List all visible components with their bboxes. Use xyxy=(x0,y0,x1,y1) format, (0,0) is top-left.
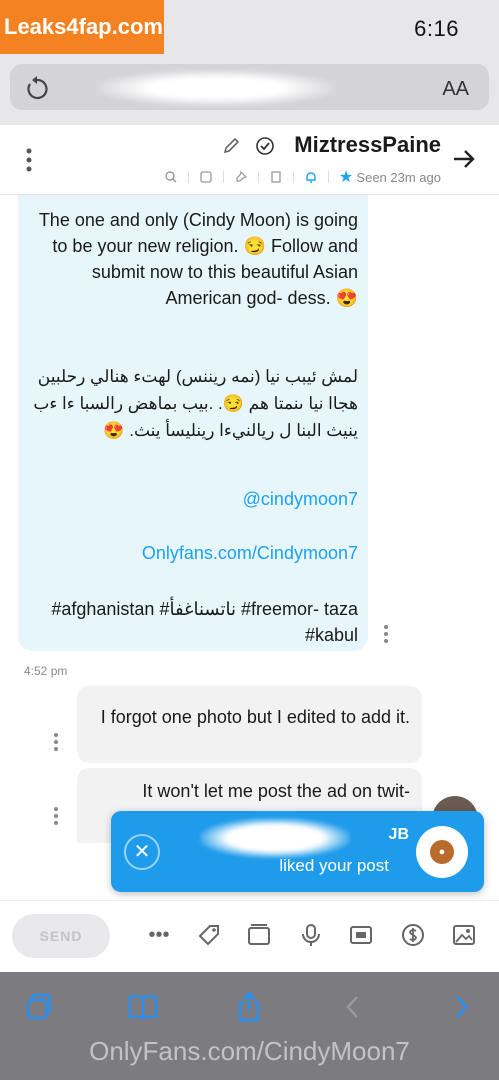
divider xyxy=(223,171,224,183)
bookmarks-icon[interactable] xyxy=(126,990,160,1024)
gif-icon[interactable] xyxy=(346,920,376,950)
pin-icon[interactable] xyxy=(230,166,252,188)
message-options-icon[interactable] xyxy=(53,732,59,752)
microphone-icon[interactable] xyxy=(296,920,326,950)
message-text: It won't let me post the ad on twit- xyxy=(142,781,410,801)
text-size-button[interactable]: AA xyxy=(442,78,469,101)
header-action-icons: ★ xyxy=(160,166,357,188)
share-icon[interactable] xyxy=(232,990,266,1024)
bell-icon[interactable] xyxy=(300,166,322,188)
twitter-handle-link[interactable]: @cindymoon7 xyxy=(28,489,358,510)
reload-icon[interactable] xyxy=(22,74,52,104)
hashtags: #afghanistan #ناتسناغفأ #freemor- taza #… xyxy=(51,599,358,645)
media-icon[interactable] xyxy=(195,166,217,188)
vault-icon[interactable] xyxy=(244,920,274,950)
status-time: 6:16 xyxy=(414,16,459,41)
verified-badge-icon xyxy=(255,136,275,156)
edit-icon[interactable] xyxy=(221,136,241,156)
more-horizontal-icon[interactable]: ••• xyxy=(144,920,174,950)
close-icon[interactable]: ✕ xyxy=(124,834,160,870)
message-options-icon[interactable] xyxy=(383,624,389,644)
price-tag-icon[interactable] xyxy=(194,920,224,950)
chat-username[interactable]: MiztressPaine xyxy=(294,132,441,158)
message-options-icon[interactable] xyxy=(53,806,59,826)
last-seen-status: Seen 23m ago xyxy=(356,170,441,185)
image-icon[interactable] xyxy=(449,920,479,950)
message-text-mirrored: لمش ئيبب نيا (نمه ريننس) لهتء هنالي رحلب… xyxy=(33,367,358,440)
tabs-icon[interactable] xyxy=(22,990,56,1024)
search-icon[interactable] xyxy=(160,166,182,188)
watermark: Leaks4fap.com xyxy=(0,0,164,54)
back-arrow-icon[interactable] xyxy=(451,146,477,172)
notes-icon[interactable] xyxy=(265,166,287,188)
onlyfans-link[interactable]: Onlyfans.com/Cindymoon7 xyxy=(28,543,358,564)
toast-redacted xyxy=(200,818,350,858)
forward-chevron-icon[interactable] xyxy=(444,990,478,1024)
medal-icon: ● xyxy=(430,840,454,864)
divider xyxy=(293,171,294,183)
divider xyxy=(328,171,329,183)
divider xyxy=(258,171,259,183)
url-overlay-text: OnlyFans.com/CindyMoon7 xyxy=(89,1036,410,1066)
message-text: The one and only (Cindy Moon) is going t… xyxy=(38,210,358,308)
back-chevron-icon[interactable] xyxy=(336,990,370,1024)
message-text: I forgot one photo but I edited to add i… xyxy=(100,707,410,727)
message-timestamp: 4:52 pm xyxy=(24,664,68,678)
star-icon[interactable]: ★ xyxy=(335,166,357,188)
send-button[interactable]: SEND xyxy=(12,914,110,958)
more-options-icon[interactable] xyxy=(26,148,32,172)
url-redacted xyxy=(96,70,336,106)
divider xyxy=(188,171,189,183)
toast-user-name: JB xyxy=(388,826,409,843)
dollar-icon[interactable] xyxy=(398,920,428,950)
toast-message: liked your post xyxy=(279,856,389,875)
